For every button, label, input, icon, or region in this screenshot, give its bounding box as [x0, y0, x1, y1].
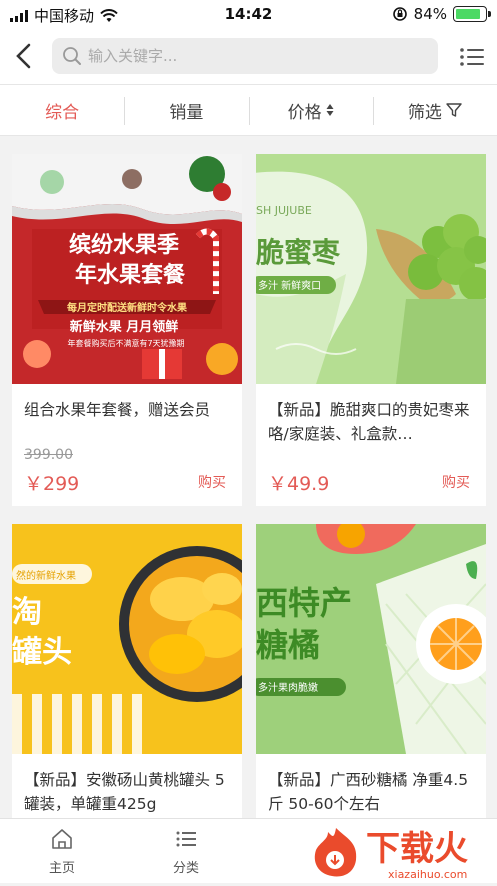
- banner-title: 脆蜜枣: [256, 236, 341, 269]
- watermark-url: xiazaihuo.com: [388, 868, 467, 881]
- jujube-banner: SH JUJUBE 脆蜜枣 多汁 新鲜爽口: [256, 154, 486, 384]
- battery-icon: [453, 6, 491, 22]
- watermark: 下载火 xiazaihuo.com: [306, 820, 491, 882]
- back-button[interactable]: [12, 40, 42, 72]
- chevron-left-icon: [16, 43, 31, 69]
- sort-sales-tab[interactable]: 销量: [124, 85, 248, 135]
- product-name[interactable]: 【新品】广西砂糖橘 净重4.5斤 50-60个左右: [268, 768, 474, 818]
- flame-logo-icon: 下载火 xiazaihuo.com: [314, 828, 468, 881]
- tab-category-label: 分类: [172, 861, 199, 876]
- sort-price-label: 价格: [287, 102, 322, 123]
- tab-home-label: 主页: [48, 861, 75, 876]
- banner-line1: 西特产: [256, 584, 352, 622]
- product-card[interactable]: SH JUJUBE 脆蜜枣 多汁 新鲜爽口 【新品】脆甜爽口的贵妃枣来咯/家庭装…: [256, 154, 486, 506]
- filter-tab[interactable]: 筛选: [372, 85, 497, 135]
- banner-line1: 淘: [12, 595, 42, 630]
- sort-filter-bar: 综合 销量 价格 筛选: [0, 84, 497, 136]
- banner-sub: 多汁果肉脆嫩: [258, 681, 318, 694]
- tab-category[interactable]: 分类: [146, 827, 226, 876]
- watermark-text: 下载火: [366, 829, 468, 869]
- banner-line1: 缤纷水果季: [69, 232, 179, 258]
- product-name[interactable]: 组合水果年套餐，赠送会员: [24, 398, 230, 448]
- banner-ribbon: 每月定时配送新鲜时令水果: [67, 301, 188, 314]
- banner-line3: 新鲜水果 月月领鲜: [70, 319, 179, 335]
- banner-note: 年套餐购买后不满意有7天犹豫期: [67, 338, 184, 348]
- status-bar: 中国移动 14:42 84%: [0, 0, 497, 30]
- search-input[interactable]: [88, 38, 428, 74]
- product-image[interactable]: SH JUJUBE 脆蜜枣 多汁 新鲜爽口: [256, 154, 486, 384]
- banner-sub: 多汁 新鲜爽口: [258, 279, 321, 292]
- funnel-icon: [446, 103, 462, 117]
- search-icon: [63, 47, 81, 65]
- banner-line2: 年水果套餐: [75, 262, 186, 288]
- rotation-lock-icon: [392, 7, 407, 21]
- sort-arrows-icon: [326, 104, 334, 116]
- peach-can-banner: 然的新鲜水果 淘 罐头: [12, 524, 242, 754]
- sort-comprehensive-tab[interactable]: 综合: [0, 85, 124, 135]
- banner-tag: SH JUJUBE: [256, 204, 312, 217]
- original-price: 399.00: [24, 447, 73, 463]
- buy-button[interactable]: 购买: [442, 472, 470, 492]
- list-icon: [176, 831, 196, 847]
- banner-line2: 罐头: [12, 635, 72, 670]
- product-image[interactable]: 然的新鲜水果 淘 罐头: [12, 524, 242, 754]
- sort-comprehensive-label: 综合: [45, 102, 80, 123]
- product-price: ￥299: [24, 473, 80, 495]
- filter-label: 筛选: [407, 102, 442, 123]
- sort-price-tab[interactable]: 价格: [248, 85, 373, 135]
- sort-sales-label: 销量: [169, 102, 204, 123]
- home-icon: [52, 829, 72, 849]
- product-name[interactable]: 【新品】脆甜爽口的贵妃枣来咯/家庭装、礼盒款…: [268, 398, 474, 448]
- banner-tag: 然的新鲜水果: [16, 569, 76, 582]
- product-card[interactable]: 缤纷水果季 年水果套餐 每月定时配送新鲜时令水果 新鲜水果 月月领鲜 年套餐购买…: [12, 154, 242, 506]
- buy-button[interactable]: 购买: [198, 472, 226, 492]
- top-nav-bar: [0, 30, 497, 84]
- banner-line2: 糖橘: [256, 626, 320, 664]
- tangerine-banner: 西特产 糖橘 多汁果肉脆嫩: [256, 524, 486, 754]
- list-icon: [460, 48, 484, 66]
- search-bar[interactable]: [52, 38, 438, 74]
- battery-percent: 84%: [413, 5, 447, 23]
- fruit-gift-banner: 缤纷水果季 年水果套餐 每月定时配送新鲜时令水果 新鲜水果 月月领鲜 年套餐购买…: [12, 154, 242, 384]
- product-price: ￥49.9: [268, 473, 330, 495]
- list-view-button[interactable]: [457, 42, 487, 72]
- tab-home[interactable]: 主页: [22, 827, 102, 876]
- product-image[interactable]: 缤纷水果季 年水果套餐 每月定时配送新鲜时令水果 新鲜水果 月月领鲜 年套餐购买…: [12, 154, 242, 384]
- product-image[interactable]: 西特产 糖橘 多汁果肉脆嫩: [256, 524, 486, 754]
- product-name[interactable]: 【新品】安徽砀山黄桃罐头 5罐装，单罐重425g: [24, 768, 230, 818]
